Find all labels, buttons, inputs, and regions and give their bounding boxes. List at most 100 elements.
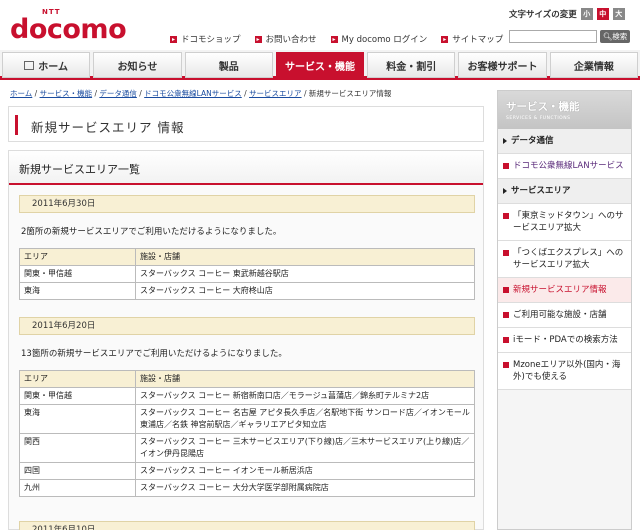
breadcrumb-separator: / — [241, 89, 250, 98]
util-link-docomo-shop[interactable]: ▸ ドコモショップ — [170, 33, 241, 45]
sidebar-item-label: ご利用可能な施設・店舗 — [513, 310, 607, 320]
nav-tab-home[interactable]: ホーム — [2, 52, 91, 78]
page-title: 新規サービスエリア 情報 — [31, 120, 185, 135]
store-cell: スターバックス コーヒー 新宿新南口店／モラージュ菖蒲店／錦糸町テルミナ2店 — [135, 387, 475, 405]
breadcrumb-link-data[interactable]: データ通信 — [99, 89, 137, 98]
nav-tab-news[interactable]: お知らせ — [93, 52, 182, 78]
breadcrumb-separator: / — [32, 89, 40, 98]
area-list-section: 新規サービスエリア一覧 2011年6月30日 2箇所の新規サービスエリアでご利用… — [8, 150, 484, 530]
area-cell: 九州 — [19, 479, 136, 497]
sidebar-item-wifi[interactable]: ドコモ公衆無線LANサービス — [498, 154, 631, 179]
date-heading: 2011年6月10日 — [19, 521, 475, 530]
sidebar-item-mzone[interactable]: Mzoneエリア以外(国内・海外)でも使える — [498, 353, 631, 390]
triangle-icon — [503, 138, 507, 144]
sidebar-item-midtown[interactable]: 「東京ミッドタウン」へのサービスエリア拡大 — [498, 204, 631, 241]
entry-intro: 13箇所の新規サービスエリアでご利用いただけるようになりました。 — [21, 349, 287, 359]
font-size-selector: 文字サイズの変更 小 中 大 — [509, 8, 625, 20]
area-cell: 東海 — [19, 282, 136, 300]
nav-tab-support[interactable]: お客様サポート — [458, 52, 547, 78]
sidebar: サービス・機能 SERVICES & FUNCTIONS データ通信 ドコモ公衆… — [497, 90, 632, 530]
table-header: エリア — [19, 248, 136, 266]
section-title: 新規サービスエリア一覧 — [9, 151, 483, 185]
nav-tab-services[interactable]: サービス・機能 — [275, 52, 365, 78]
font-size-medium-button[interactable]: 中 — [596, 8, 609, 20]
store-cell: スターバックス コーヒー イオンモール新居浜店 — [135, 462, 475, 480]
search-button[interactable]: 🔍︎検索 — [600, 30, 630, 43]
sidebar-item-label: 新規サービスエリア情報 — [513, 285, 607, 295]
sidebar-item-new-area[interactable]: 新規サービスエリア情報 — [498, 278, 631, 303]
table-header: エリア — [19, 370, 136, 388]
table-header: 施設・店舗 — [135, 248, 475, 266]
sidebar-item-facilities[interactable]: ご利用可能な施設・店舗 — [498, 303, 631, 328]
sidebar-item-area[interactable]: サービスエリア — [498, 179, 631, 204]
table-header-row: エリア 施設・店舗 — [19, 370, 475, 388]
arrow-icon: ▸ — [254, 35, 262, 43]
date-heading: 2011年6月20日 — [19, 317, 475, 335]
search-button-label: 検索 — [612, 32, 628, 41]
title-accent-bar — [15, 115, 18, 135]
breadcrumb: ホーム / サービス・機能 / データ通信 / ドコモ公衆無線LANサービス /… — [10, 88, 391, 99]
sidebar-item-label: iモード・PDAでの検索方法 — [513, 335, 618, 345]
nav-tab-label: お知らせ — [117, 61, 158, 73]
utility-links: ▸ ドコモショップ ▸ お問い合わせ ▸ My docomo ログイン ▸ サイトマップ — [170, 33, 503, 45]
store-cell: スターバックス コーヒー 三木サービスエリア(下り線)店／三木サービスエリア(上… — [135, 433, 475, 463]
sidebar-item-label: 「東京ミッドタウン」へのサービスエリア拡大 — [513, 211, 624, 233]
breadcrumb-link-home[interactable]: ホーム — [10, 89, 32, 98]
docomo-logo[interactable]: NTT docomo — [10, 8, 127, 44]
store-cell: スターバックス コーヒー 大府柊山店 — [135, 282, 475, 300]
table-row: 関西 スターバックス コーヒー 三木サービスエリア(下り線)店／三木サービスエリア… — [19, 433, 475, 463]
font-size-large-button[interactable]: 大 — [612, 8, 625, 20]
nav-tab-label: 料金・割引 — [386, 61, 437, 73]
global-nav: ホーム お知らせ 製品 サービス・機能 料金・割引 お客様サポート 企業情報 — [0, 50, 640, 80]
square-bullet-icon — [503, 250, 509, 256]
breadcrumb-link-wifi[interactable]: ドコモ公衆無線LANサービス — [144, 89, 242, 98]
store-cell: スターバックス コーヒー 東武新越谷駅店 — [135, 265, 475, 283]
page-title-box: 新規サービスエリア 情報 — [8, 106, 484, 142]
area-cell: 関東・甲信越 — [19, 387, 136, 405]
square-bullet-icon — [503, 337, 509, 343]
nav-tab-products[interactable]: 製品 — [184, 52, 273, 78]
table-row: 四国 スターバックス コーヒー イオンモール新居浜店 — [19, 462, 475, 480]
nav-tab-label: ホーム — [38, 61, 68, 73]
sidebar-item-data[interactable]: データ通信 — [498, 129, 631, 154]
util-link-label: My docomo ログイン — [341, 35, 428, 45]
breadcrumb-link-services[interactable]: サービス・機能 — [40, 89, 93, 98]
logo-docomo-text: docomo — [10, 14, 127, 45]
util-link-sitemap[interactable]: ▸ サイトマップ — [441, 33, 503, 45]
store-cell: スターバックス コーヒー 名古屋 アピタ長久手店／名駅地下街 サンロード店／イオ… — [135, 404, 475, 434]
arrow-icon: ▸ — [441, 35, 449, 43]
table-row: 東海 スターバックス コーヒー 大府柊山店 — [19, 282, 475, 300]
sidebar-item-label: データ通信 — [511, 136, 554, 146]
sidebar-subtitle: SERVICES & FUNCTIONS — [506, 116, 571, 121]
table-row: 九州 スターバックス コーヒー 大分大学医学部附属病院店 — [19, 479, 475, 497]
triangle-icon — [503, 188, 507, 194]
square-bullet-icon — [503, 362, 509, 368]
sidebar-item-tsukuba[interactable]: 「つくばエクスプレス」へのサービスエリア拡大 — [498, 241, 631, 278]
nav-tab-pricing[interactable]: 料金・割引 — [367, 52, 456, 78]
nav-tab-corporate[interactable]: 企業情報 — [549, 52, 638, 78]
entry-intro: 2箇所の新規サービスエリアでご利用いただけるようになりました。 — [21, 227, 282, 237]
square-bullet-icon — [503, 213, 509, 219]
breadcrumb-separator: / — [301, 89, 309, 98]
nav-tab-label: 企業情報 — [573, 61, 614, 73]
square-bullet-icon — [503, 287, 509, 293]
nav-tab-label: お客様サポート — [467, 61, 538, 73]
home-icon — [24, 60, 35, 70]
area-table: エリア 施設・店舗 関東・甲信越 スターバックス コーヒー 東武新越谷駅店 東海 スタ… — [19, 248, 475, 300]
sidebar-item-label: ドコモ公衆無線LANサービス — [513, 161, 624, 171]
util-link-label: ドコモショップ — [181, 35, 241, 45]
area-cell: 東海 — [19, 404, 136, 434]
table-row: 関東・甲信越 スターバックス コーヒー 新宿新南口店／モラージュ菖蒲店／錦糸町テル… — [19, 387, 475, 405]
util-link-contact[interactable]: ▸ お問い合わせ — [254, 33, 317, 45]
font-size-small-button[interactable]: 小 — [580, 8, 593, 20]
search-input[interactable] — [509, 30, 597, 43]
util-link-label: サイトマップ — [452, 35, 504, 45]
search-icon: 🔍︎ — [602, 32, 613, 41]
breadcrumb-link-area[interactable]: サービスエリア — [249, 89, 302, 98]
area-cell: 関東・甲信越 — [19, 265, 136, 283]
area-table: エリア 施設・店舗 関東・甲信越 スターバックス コーヒー 新宿新南口店／モラージュ… — [19, 370, 475, 497]
arrow-icon: ▸ — [170, 35, 177, 43]
sidebar-item-imode-search[interactable]: iモード・PDAでの検索方法 — [498, 328, 631, 353]
util-link-mydocomo-login[interactable]: ▸ My docomo ログイン — [330, 33, 428, 45]
nav-tab-label: サービス・機能 — [284, 61, 355, 73]
